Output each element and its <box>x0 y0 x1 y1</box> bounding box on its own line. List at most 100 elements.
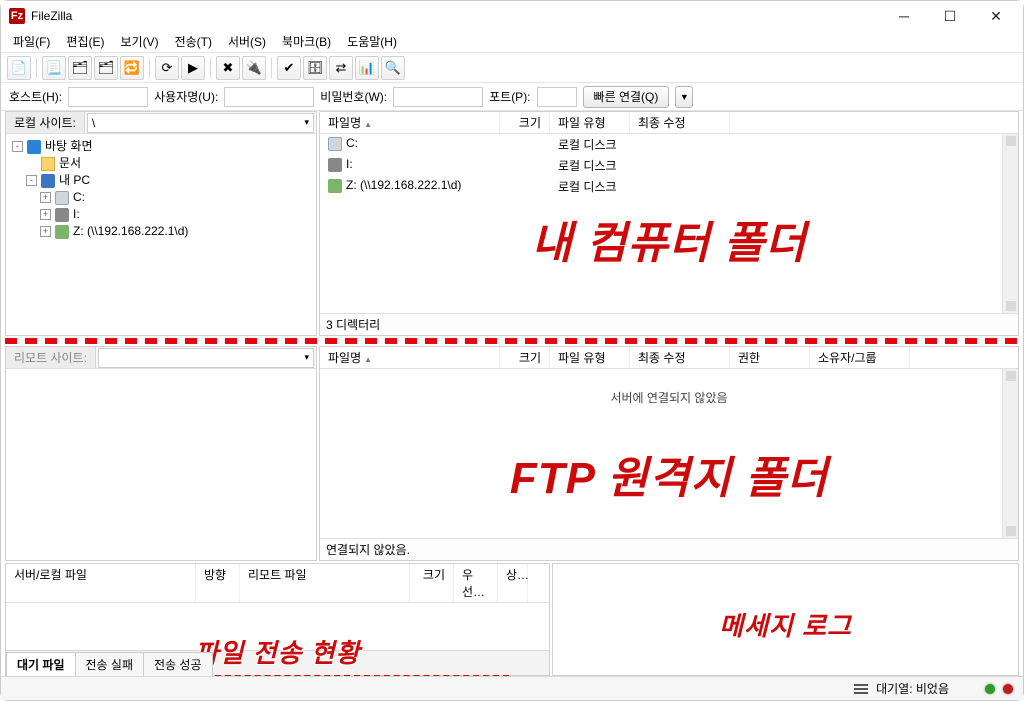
password-label: 비밀번호(W): <box>320 88 387 105</box>
password-input[interactable] <box>393 87 483 107</box>
tree-node[interactable]: + I: <box>12 206 310 223</box>
tree-expander[interactable]: + <box>40 209 51 220</box>
col-status[interactable]: 상… <box>498 564 528 602</box>
quickconnect-button[interactable]: 빠른 연결(Q) <box>583 86 670 108</box>
username-input[interactable] <box>224 87 314 107</box>
port-label: 포트(P): <box>489 88 530 105</box>
tree-expander[interactable]: - <box>12 141 23 152</box>
process-queue-icon[interactable]: ▶ <box>181 56 205 80</box>
local-files-list[interactable]: C:로컬 디스크I:로컬 디스크Z: (\\192.168.222.1\d)로컬… <box>320 134 1018 313</box>
queue-body[interactable]: 파일 전송 현황 <box>6 603 549 650</box>
tree-node[interactable]: -바탕 화면 <box>12 138 310 155</box>
local-files-header[interactable]: 파일명▲ 크기 파일 유형 최종 수정 <box>320 112 1018 134</box>
sync-browse-icon[interactable]: 📊 <box>355 56 379 80</box>
tab-queued-files[interactable]: 대기 파일 <box>6 652 76 676</box>
file-row[interactable]: Z: (\\192.168.222.1\d)로컬 디스크 <box>320 176 1018 197</box>
annotation-separator <box>5 338 1019 344</box>
remote-files-header[interactable]: 파일명▲ 크기 파일 유형 최종 수정 권한 소유자/그룹 <box>320 347 1018 369</box>
menu-view[interactable]: 보기(V) <box>112 31 166 52</box>
tree-expander[interactable]: + <box>40 192 51 203</box>
tree-node[interactable]: + C: <box>12 189 310 206</box>
menu-server[interactable]: 서버(S) <box>220 31 274 52</box>
close-button[interactable]: ✕ <box>973 1 1019 31</box>
remote-not-connected-msg: 서버에 연결되지 않았음 <box>320 369 1018 426</box>
toggle-log-icon[interactable]: 📃 <box>42 56 66 80</box>
col-direction[interactable]: 방향 <box>196 564 240 602</box>
tree-label: I: <box>73 206 80 223</box>
file-type: 로컬 디스크 <box>550 156 630 175</box>
maximize-button[interactable]: ☐ <box>927 1 973 31</box>
menu-bookmarks[interactable]: 북마크(B) <box>274 31 339 52</box>
net-icon <box>55 225 69 239</box>
filter-icon[interactable]: 🗄 <box>303 56 327 80</box>
port-input[interactable] <box>537 87 577 107</box>
message-log-panel[interactable]: 메세지 로그 <box>552 563 1019 676</box>
col-size[interactable]: 크기 <box>500 112 550 133</box>
scrollbar[interactable] <box>1002 134 1018 313</box>
local-site-label: 로컬 사이트: <box>6 112 85 133</box>
tree-node[interactable]: +Z: (\\192.168.222.1\d) <box>12 223 310 240</box>
remote-status: 연결되지 않았음. <box>320 538 1018 560</box>
file-type: 로컬 디스크 <box>550 135 630 154</box>
site-manager-icon[interactable]: 📄 <box>7 56 31 80</box>
tab-failed-transfers[interactable]: 전송 실패 <box>75 652 145 676</box>
menu-edit[interactable]: 편집(E) <box>58 31 112 52</box>
reconnect-icon[interactable]: ✔ <box>277 56 301 80</box>
local-tree[interactable]: -바탕 화면문서-내 PC + C: + I:+Z: (\\192.168.222.1\… <box>6 134 316 335</box>
col-modified[interactable]: 최종 수정 <box>630 347 730 368</box>
menu-file[interactable]: 파일(F) <box>5 31 58 52</box>
col-modified[interactable]: 최종 수정 <box>630 112 730 133</box>
disconnect-icon[interactable]: 🔌 <box>242 56 266 80</box>
col-type[interactable]: 파일 유형 <box>550 347 630 368</box>
menu-help[interactable]: 도움말(H) <box>339 31 405 52</box>
tree-expander[interactable]: - <box>26 175 37 186</box>
file-name: I: <box>346 157 353 171</box>
transfer-queue-panel: 서버/로컬 파일 방향 리모트 파일 크기 우선… 상… 파일 전송 현황 대기… <box>5 563 550 676</box>
toggle-tree-local-icon[interactable]: 🗂 <box>68 56 92 80</box>
file-row[interactable]: I: 로컬 디스크 <box>320 155 1018 176</box>
local-files-panel: 파일명▲ 크기 파일 유형 최종 수정 C:로컬 디스크I:로컬 디스크Z: (… <box>319 111 1019 336</box>
find-icon[interactable]: 🔍 <box>381 56 405 80</box>
col-permissions[interactable]: 권한 <box>730 347 810 368</box>
col-name[interactable]: 파일명 <box>328 116 361 130</box>
col-name[interactable]: 파일명 <box>328 351 361 365</box>
col-remote-file[interactable]: 리모트 파일 <box>240 564 410 602</box>
local-site-path: \ <box>92 116 95 130</box>
tab-successful-transfers[interactable]: 전송 성공 <box>143 652 213 676</box>
menu-transfer[interactable]: 전송(T) <box>167 31 220 52</box>
tree-node[interactable]: 문서 <box>12 155 310 172</box>
col-size[interactable]: 크기 <box>410 564 454 602</box>
queue-status-text: 대기열: 비었음 <box>876 680 949 697</box>
file-row[interactable]: C:로컬 디스크 <box>320 134 1018 155</box>
tree-expander[interactable]: + <box>40 226 51 237</box>
toggle-tree-remote-icon[interactable]: 🗂 <box>94 56 118 80</box>
toggle-queue-icon[interactable]: 🔁 <box>120 56 144 80</box>
local-tree-panel: 로컬 사이트: \ ▾ -바탕 화면문서-내 PC + C: + I:+Z: (\\19… <box>5 111 317 336</box>
app-title: FileZilla <box>31 9 881 23</box>
toolbar-separator <box>210 58 211 78</box>
col-type[interactable]: 파일 유형 <box>550 112 630 133</box>
host-input[interactable] <box>68 87 148 107</box>
col-server-local-file[interactable]: 서버/로컬 파일 <box>6 564 196 602</box>
status-bar: 대기열: 비었음 <box>1 676 1023 700</box>
chevron-down-icon: ▾ <box>304 117 309 128</box>
local-site-combo[interactable]: \ ▾ <box>87 113 314 133</box>
col-size[interactable]: 크기 <box>500 347 550 368</box>
tree-label: C: <box>73 189 85 206</box>
toolbar: 📄📃🗂🗂🔁⟳▶✖🔌✔🗄⇄📊🔍 <box>1 53 1023 83</box>
queue-header[interactable]: 서버/로컬 파일 방향 리모트 파일 크기 우선… 상… <box>6 564 549 603</box>
remote-files-list[interactable]: 서버에 연결되지 않았음 <box>320 369 1018 538</box>
overlay-log-label: 메세지 로그 <box>719 606 852 643</box>
compare-icon[interactable]: ⇄ <box>329 56 353 80</box>
col-owner[interactable]: 소유자/그룹 <box>810 347 910 368</box>
remote-tree[interactable] <box>6 369 316 560</box>
quickconnect-dropdown[interactable]: ▼ <box>675 86 693 108</box>
col-priority[interactable]: 우선… <box>454 564 498 602</box>
refresh-icon[interactable]: ⟳ <box>155 56 179 80</box>
remote-site-combo[interactable]: ▾ <box>98 348 314 368</box>
tree-node[interactable]: -내 PC <box>12 172 310 189</box>
tree-label: 문서 <box>59 155 81 172</box>
cancel-icon[interactable]: ✖ <box>216 56 240 80</box>
scrollbar[interactable] <box>1002 369 1018 538</box>
minimize-button[interactable]: ─ <box>881 1 927 31</box>
